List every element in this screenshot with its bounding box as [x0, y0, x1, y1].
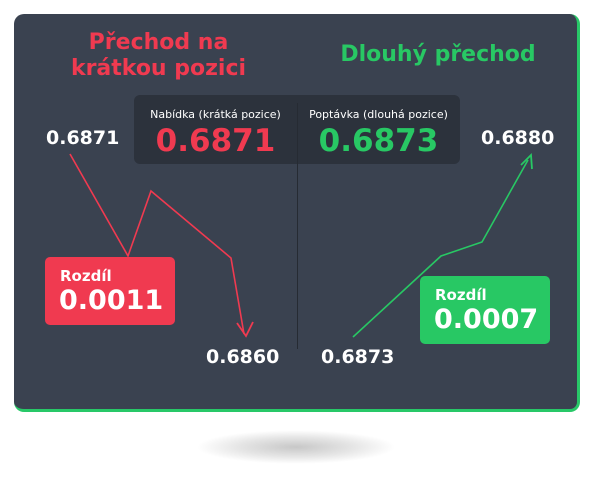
long-start-price: 0.6873 — [321, 346, 395, 368]
short-spread-box: Rozdíl 0.0011 — [45, 257, 175, 325]
short-end-price: 0.6860 — [206, 346, 280, 368]
long-spread-box: Rozdíl 0.0007 — [420, 276, 550, 344]
long-spread-label: Rozdíl — [435, 286, 487, 304]
short-path-arrowhead — [236, 321, 254, 338]
short-start-price: 0.6871 — [46, 127, 120, 149]
long-spread-value: 0.0007 — [434, 304, 539, 335]
long-end-price: 0.6880 — [481, 127, 555, 149]
short-spread-value: 0.0011 — [59, 285, 164, 316]
forex-transition-diagram: Přechod na krátkou pozici Dlouhý přechod… — [0, 0, 592, 485]
price-path-lines — [69, 152, 533, 338]
short-spread-label: Rozdíl — [60, 267, 112, 285]
